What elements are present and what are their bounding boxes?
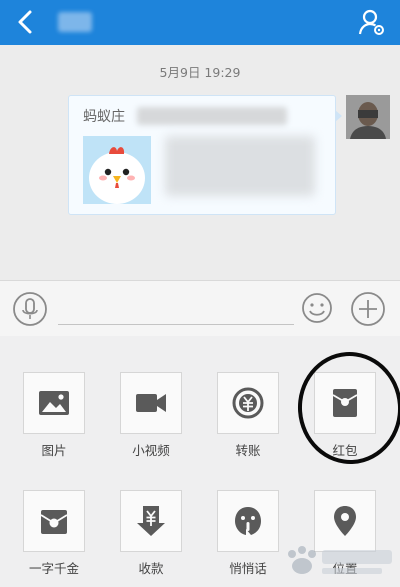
chick-thumbnail-icon	[83, 136, 151, 204]
tile-transfer-label: 转账	[235, 443, 261, 458]
whisper-icon	[235, 507, 261, 535]
transfer-icon	[232, 387, 264, 419]
person-settings-icon[interactable]	[358, 8, 386, 36]
tile-transfer[interactable]	[217, 372, 279, 434]
shared-card-message[interactable]: 蚂蚁庄	[68, 95, 342, 215]
tile-receive-money[interactable]	[120, 490, 182, 552]
baidu-jingyan-watermark-logo	[288, 546, 392, 574]
tile-video-label: 小视频	[132, 443, 170, 458]
tile-image-label: 图片	[41, 443, 67, 458]
smiley-icon[interactable]	[300, 291, 334, 325]
plus-icon[interactable]	[350, 291, 386, 327]
location-pin-icon	[334, 506, 356, 536]
receive-money-icon	[137, 506, 165, 536]
card-description-blurred	[165, 136, 315, 196]
microphone-icon[interactable]	[12, 291, 48, 327]
yuan-envelope-icon	[40, 510, 68, 534]
tile-yizi-qianjin[interactable]	[23, 490, 85, 552]
message-input-bar	[0, 280, 400, 337]
card-title-blurred	[137, 107, 287, 125]
message-text-field[interactable]	[58, 324, 294, 325]
tile-video[interactable]	[120, 372, 182, 434]
conversation-title-blurred	[58, 12, 92, 32]
title-bar	[0, 0, 400, 45]
tile-receive-money-label: 收款	[138, 561, 164, 576]
user-avatar[interactable]	[346, 95, 390, 139]
chevron-left-icon[interactable]	[12, 8, 40, 36]
tile-whisper[interactable]	[217, 490, 279, 552]
message-timestamp: 5月9日 19:29	[159, 65, 241, 80]
tile-image[interactable]	[23, 372, 85, 434]
card-title: 蚂蚁庄	[83, 109, 125, 125]
chat-area[interactable]: 5月9日 19:29 蚂蚁庄	[0, 45, 400, 280]
tile-yizi-qianjin-label: 一字千金	[28, 561, 79, 576]
video-camera-icon	[136, 394, 166, 412]
image-icon	[39, 391, 69, 415]
